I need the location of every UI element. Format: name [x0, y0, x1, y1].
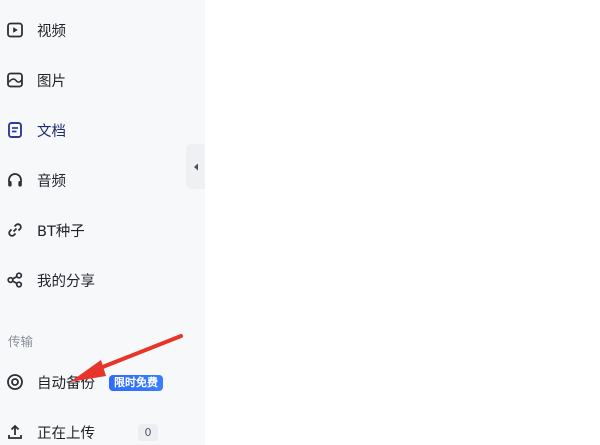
image-icon [5, 70, 25, 90]
app-window: 视频 图片 文档 音频 BT种子 我的分享 传输 自动备份 限时免费 正在上传 … [0, 0, 600, 445]
backup-icon [5, 372, 25, 392]
document-icon [5, 120, 25, 140]
video-icon [5, 20, 25, 40]
headphones-icon [5, 170, 25, 190]
transfer-section-label: 传输 [8, 334, 34, 349]
caret-left-icon [192, 157, 200, 176]
sidebar-item-video[interactable]: 视频 [0, 10, 205, 50]
sidebar-item-document[interactable]: 文档 [0, 110, 205, 150]
sidebar-item-torrent[interactable]: BT种子 [0, 210, 205, 250]
free-promo-badge: 限时免费 [109, 375, 163, 391]
link-icon [5, 220, 25, 240]
upload-icon [5, 422, 25, 442]
sidebar: 视频 图片 文档 音频 BT种子 我的分享 传输 自动备份 限时免费 正在上传 … [0, 0, 205, 445]
sidebar-item-image[interactable]: 图片 [0, 60, 205, 100]
sidebar-item-uploading[interactable]: 正在上传 [0, 412, 205, 445]
sidebar-item-label: 文档 [37, 123, 66, 140]
sidebar-collapse-handle[interactable] [186, 144, 205, 189]
sidebar-item-label: BT种子 [37, 223, 85, 240]
sidebar-item-label: 正在上传 [37, 425, 95, 442]
share-icon [5, 270, 25, 290]
sidebar-item-audio[interactable]: 音频 [0, 160, 205, 200]
sidebar-item-label: 音频 [37, 173, 66, 190]
sidebar-item-label: 我的分享 [37, 273, 95, 290]
sidebar-item-my-share[interactable]: 我的分享 [0, 260, 205, 300]
sidebar-item-label: 自动备份 [37, 375, 95, 392]
sidebar-item-auto-backup[interactable]: 自动备份 [0, 362, 205, 402]
upload-count-badge: 0 [138, 424, 158, 441]
sidebar-item-label: 视频 [37, 23, 66, 40]
sidebar-item-label: 图片 [37, 73, 66, 90]
main-content [205, 0, 600, 445]
